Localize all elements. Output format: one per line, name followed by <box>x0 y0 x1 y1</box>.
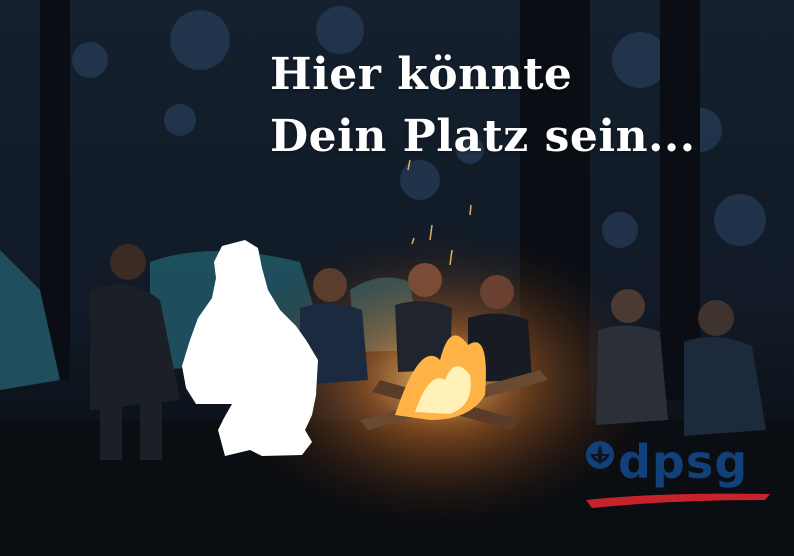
logo-text: dpsg <box>618 435 749 489</box>
headline-line-2: Dein Platz sein... <box>270 111 696 162</box>
headline-line-1: Hier könnte <box>270 49 573 100</box>
dpsg-logo: dpsg <box>582 434 772 514</box>
headline: Hier könnte Dein Platz sein... <box>270 44 696 168</box>
